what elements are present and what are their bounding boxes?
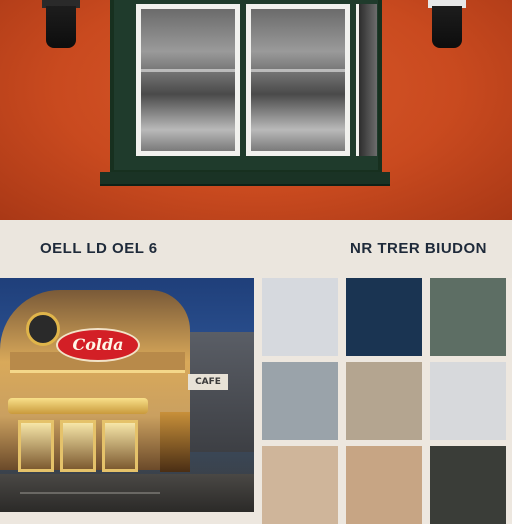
storefront-sign: Colda (56, 328, 140, 362)
swatch-charcoal (430, 446, 506, 524)
hero-wall-photo (0, 0, 512, 220)
caption-left-text: OELL LD OEL 6 (40, 240, 158, 257)
wall-lamp-left (42, 0, 80, 48)
swatch-taupe (346, 362, 422, 440)
caption-strip: OELL LD OEL 6 NR TRER BIUDON (0, 220, 512, 278)
store-window (18, 420, 54, 472)
window-frame (110, 0, 382, 174)
small-store-sign: CAFE (188, 374, 228, 390)
window-pane-left (136, 4, 240, 156)
background-building (190, 332, 254, 452)
storefront-canopy (8, 398, 148, 414)
swatch-tan (346, 446, 422, 524)
color-palette-grid (262, 278, 512, 524)
swatch-navy (346, 278, 422, 356)
window-side-panel (356, 4, 377, 156)
logo-badge-icon (26, 312, 60, 346)
storefront-building: Colda (0, 290, 190, 472)
swatch-sage (430, 278, 506, 356)
store-door (160, 412, 190, 472)
wall-lamp-right (428, 0, 466, 48)
store-window (60, 420, 96, 472)
swatch-light-gray (262, 278, 338, 356)
swatch-sand (262, 446, 338, 524)
swatch-slate-gray (262, 362, 338, 440)
street-line (20, 492, 160, 494)
caption-right-text: NR TRER BIUDON (350, 240, 487, 257)
store-window (102, 420, 138, 472)
window-pane-right (246, 4, 350, 156)
swatch-pale-gray (430, 362, 506, 440)
window-sill (100, 172, 390, 186)
storefront-photo: Colda CAFE (0, 278, 254, 512)
